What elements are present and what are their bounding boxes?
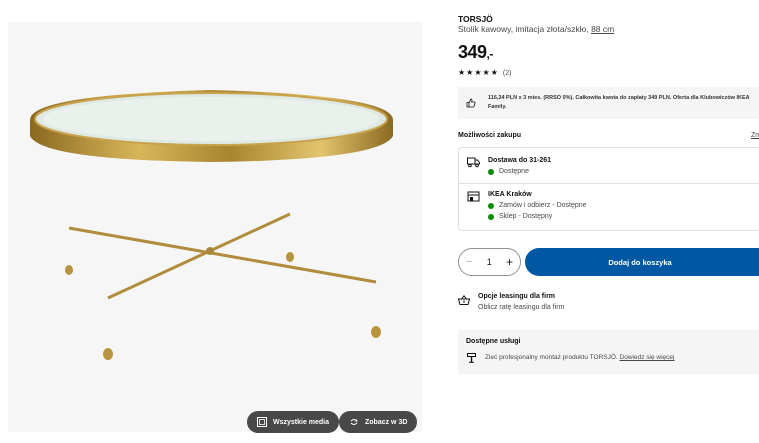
services-heading: Dostępne usługi: [466, 338, 521, 345]
decrease-quantity-button[interactable]: −: [466, 256, 472, 268]
store-option[interactable]: IKEA Kraków Zamów i odbierz - Dostępne S…: [459, 184, 759, 232]
assembly-tool-icon: [467, 353, 476, 363]
store-pickup-status: Zamów i odbierz - Dostępne: [488, 202, 587, 209]
store-pickup-text: Zamów i odbierz - Dostępne: [499, 202, 587, 209]
gallery-icon: [257, 417, 267, 427]
star-icon: ★: [466, 68, 474, 77]
product-description: Stolik kawowy, imitacja złota/szkło, 88 …: [458, 24, 614, 34]
product-description-text: Stolik kawowy, imitacja złota/szkło,: [458, 24, 589, 34]
truck-icon: [467, 157, 480, 168]
product-price: 349,-: [458, 42, 493, 63]
view-3d-button[interactable]: Zobacz w 3D: [339, 411, 418, 433]
finance-offer-text: 116,34 PLN x 3 mies. (RRSO 0%). Całkowit…: [488, 95, 750, 110]
learn-more-link[interactable]: Dowiedz się więcej: [620, 354, 675, 361]
add-to-cart-button[interactable]: Dodaj do koszyka: [525, 248, 759, 276]
quantity-stepper: − 1 +: [458, 248, 521, 276]
product-rating[interactable]: ★ ★ ★ ★ ★ (2): [458, 69, 511, 77]
assembly-service: Zleć profesjonalny montaż produktu TORSJ…: [485, 354, 674, 361]
view-3d-label: Zobacz w 3D: [365, 418, 408, 426]
finance-offer-banner: 116,34 PLN x 3 mies. (RRSO 0%). Całkowit…: [458, 87, 759, 119]
thumbs-up-icon: [466, 98, 476, 108]
rotate-3d-icon: [350, 419, 358, 425]
delivery-status-text: Dostępne: [499, 168, 529, 175]
assembly-service-text: Zleć profesjonalny montaż produktu TORSJ…: [485, 354, 618, 361]
leasing-subtitle: Oblicz ratę leasingu dla firm: [478, 304, 565, 311]
change-location-link[interactable]: Zm: [751, 132, 759, 139]
leasing-title: Opcje leasingu dla firm: [478, 293, 556, 300]
increase-quantity-button[interactable]: +: [506, 255, 513, 269]
delivery-option[interactable]: Dostawa do 31-261 Dostępne: [459, 148, 759, 184]
star-icon: ★: [474, 68, 482, 77]
store-icon: [467, 191, 480, 202]
product-info-panel: TORSJÖ Stolik kawowy, imitacja złota/szk…: [458, 0, 759, 443]
delivery-title: Dostawa do 31-261: [488, 157, 552, 164]
star-icon: ★: [490, 68, 498, 77]
product-size-link[interactable]: 88 cm: [591, 24, 614, 34]
star-icon: ★: [482, 68, 490, 77]
product-media: Wszystkie media Zobacz w 3D: [0, 0, 430, 443]
price-suffix: ,-: [486, 47, 494, 61]
star-icon: ★: [458, 68, 466, 77]
store-stock-status: Sklep - Dostępny: [488, 213, 552, 220]
review-count: (2): [502, 69, 512, 77]
available-dot-icon: [488, 168, 494, 175]
delivery-status: Dostępne: [488, 168, 529, 175]
all-media-label: Wszystkie media: [273, 418, 330, 426]
purchase-options-heading: Możliwości zakupu: [458, 132, 522, 139]
available-services-box: Dostępne usługi Zleć profesjonalny monta…: [458, 330, 759, 374]
product-name: TORSJÖ: [458, 14, 493, 24]
all-media-button[interactable]: Wszystkie media: [247, 411, 340, 433]
shopping-basket-icon: [458, 295, 470, 305]
quantity-value[interactable]: 1: [487, 257, 492, 267]
purchase-options-box: Dostawa do 31-261 Dostępne IKEA Kraków Z…: [458, 147, 759, 231]
price-value: 349: [458, 42, 487, 62]
available-dot-icon: [488, 213, 494, 220]
store-stock-text: Sklep - Dostępny: [499, 213, 553, 220]
store-title: IKEA Kraków: [488, 191, 532, 198]
product-image[interactable]: [0, 0, 430, 443]
available-dot-icon: [488, 202, 494, 209]
